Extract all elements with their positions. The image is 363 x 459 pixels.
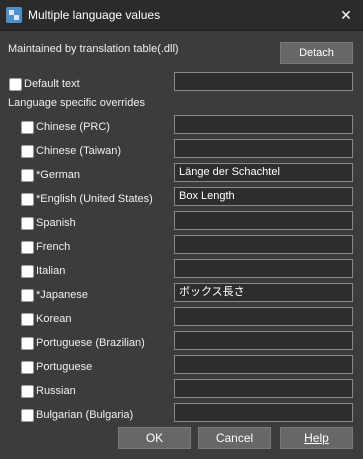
title-bar: Multiple language values ✕ [0,0,363,31]
language-label: *German [36,169,81,181]
default-text-row: Default text [0,72,363,95]
language-checkbox[interactable] [21,169,34,182]
language-checkbox[interactable] [21,409,34,422]
language-value-field[interactable] [174,307,353,326]
language-label: *English (United States) [36,193,153,205]
language-value-field[interactable] [174,115,353,134]
language-label: Chinese (PRC) [36,121,110,133]
language-row: Portuguese (Brazilian) [0,331,363,354]
default-text-field[interactable] [174,72,353,91]
language-value-field[interactable] [174,235,353,254]
language-checkbox[interactable] [21,337,34,350]
language-row: *English (United States) Box Length [0,187,363,210]
cancel-button[interactable]: Cancel [198,427,271,449]
language-row: Italian [0,259,363,282]
help-label: Help [304,431,329,445]
app-icon [6,7,22,23]
language-label: Russian [36,385,76,397]
language-checkbox[interactable] [21,265,34,278]
language-row: Chinese (Taiwan) [0,139,363,162]
window-title: Multiple language values [28,8,161,22]
language-row: Korean [0,307,363,330]
language-value-field[interactable] [174,211,353,230]
language-checkbox[interactable] [21,385,34,398]
language-label: Bulgarian (Bulgaria) [36,409,134,421]
language-value-field[interactable] [174,139,353,158]
language-checkbox[interactable] [21,217,34,230]
maintained-label: Maintained by translation table(.dll) [8,43,179,55]
language-row: Portuguese [0,355,363,378]
default-text-label: Default text [24,78,80,90]
language-value-field[interactable]: Box Length [174,187,353,206]
language-checkbox[interactable] [21,121,34,134]
language-value-field[interactable] [174,331,353,350]
language-label: *Japanese [36,289,88,301]
language-checkbox[interactable] [21,313,34,326]
ok-button[interactable]: OK [118,427,191,449]
help-button[interactable]: Help [280,427,353,449]
language-row: Chinese (PRC) [0,115,363,138]
language-checkbox[interactable] [21,145,34,158]
language-row: *Japanese ボックス長さ [0,283,363,306]
language-checkbox[interactable] [21,289,34,302]
language-label: Portuguese [36,361,93,373]
overrides-header: Language specific overrides [8,97,145,109]
default-text-checkbox[interactable] [9,78,22,91]
language-label: French [36,241,71,253]
language-value-field[interactable] [174,355,353,374]
detach-button[interactable]: Detach [280,42,353,64]
language-row: French [0,235,363,258]
language-row: Spanish [0,211,363,234]
language-row: *German Länge der Schachtel [0,163,363,186]
language-value-field[interactable] [174,403,353,422]
language-label: Chinese (Taiwan) [36,145,121,157]
language-row: Bulgarian (Bulgaria) [0,403,363,426]
language-value-field[interactable]: Länge der Schachtel [174,163,353,182]
language-row: Russian [0,379,363,402]
language-label: Korean [36,313,72,325]
language-value-field[interactable] [174,379,353,398]
language-label: Italian [36,265,66,277]
language-value-field[interactable] [174,259,353,278]
language-label: Spanish [36,217,76,229]
language-checkbox[interactable] [21,241,34,254]
language-label: Portuguese (Brazilian) [36,337,145,349]
close-button[interactable]: ✕ [333,3,359,27]
language-checkbox[interactable] [21,193,34,206]
language-checkbox[interactable] [21,361,34,374]
language-value-field[interactable]: ボックス長さ [174,283,353,302]
